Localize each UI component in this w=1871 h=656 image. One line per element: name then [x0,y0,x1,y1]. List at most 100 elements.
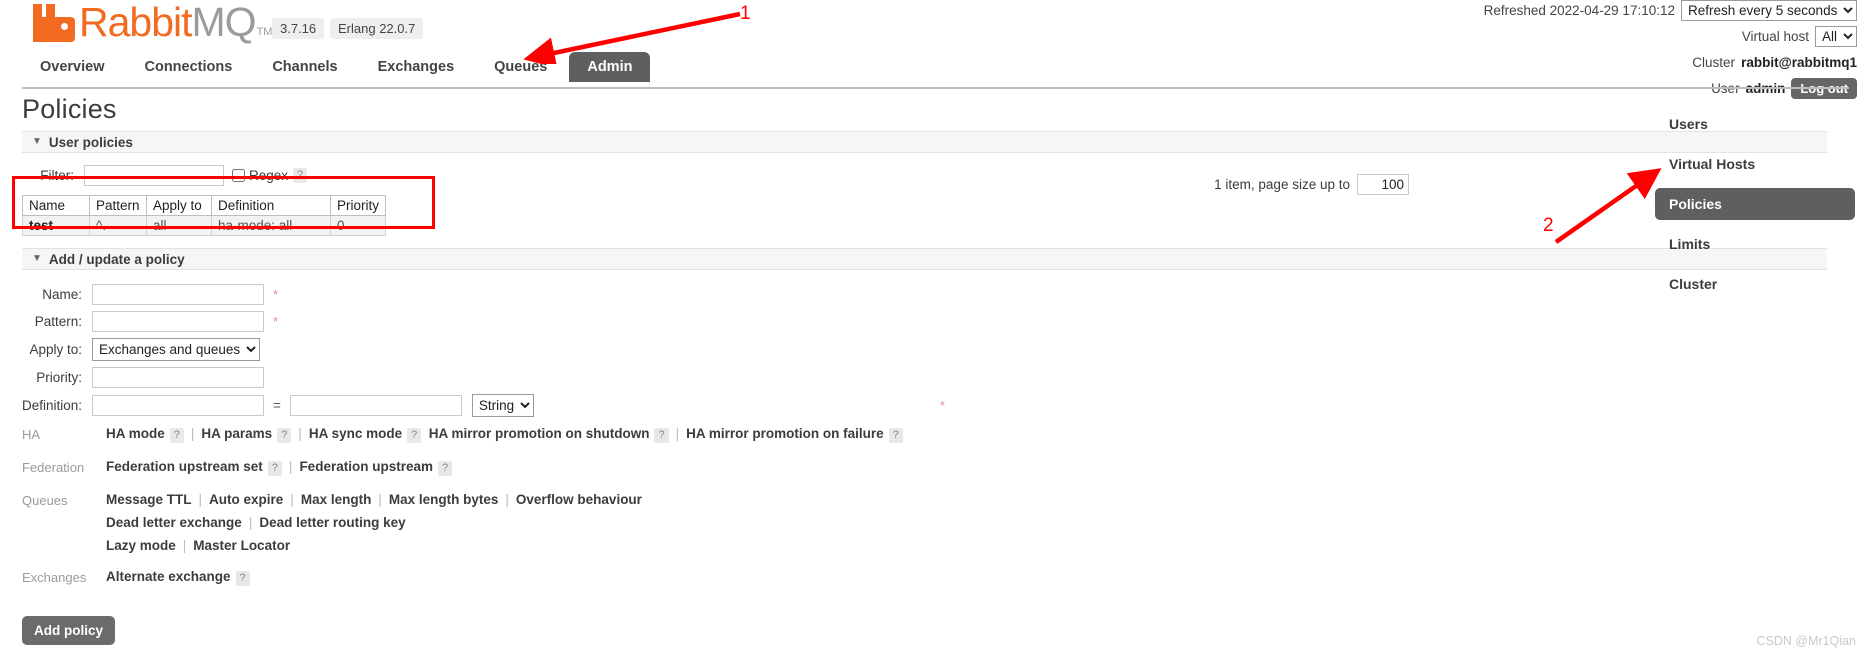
apply-to-label: Apply to: [29,342,82,357]
hint-links: HA mode? | HA params? | HA sync mode? HA mir… [106,426,1640,451]
hint-links: Message TTL | Auto expire | Max length | Max l… [106,492,1640,561]
chevron-down-icon: ▼ [32,253,42,264]
definition-required-mark: * [939,398,945,413]
name-row: Name: * [22,284,1640,305]
regex-help-icon[interactable]: ? [293,168,308,183]
page-size-input[interactable] [1357,174,1409,195]
tab-admin[interactable]: Admin [569,52,651,82]
hint-category-label: Queues [22,493,68,508]
name-label: Name: [42,287,82,302]
page-title: Policies [22,94,117,124]
hint-link[interactable]: HA mode [106,426,165,441]
admin-sidebar: Users Virtual Hosts Policies Limits Cluster [1655,108,1855,308]
refresh-interval-select[interactable]: Refresh every 5 seconds [1681,0,1857,21]
priority-row: Priority: [22,367,1640,388]
rabbitmq-logo[interactable]: Rabbit MQ TM [33,0,272,45]
hint-link[interactable]: Dead letter exchange [106,515,242,530]
hint-separator: | [288,459,293,474]
hint-link[interactable]: HA params [201,426,272,441]
filter-label: Filter: [40,168,74,183]
sidebar-item-users[interactable]: Users [1655,108,1855,140]
hint-link[interactable]: Message TTL [106,492,192,507]
hint-link[interactable]: Overflow behaviour [516,492,642,507]
sidebar-item-policies[interactable]: Policies [1655,188,1855,220]
hint-help-icon[interactable]: ? [437,461,453,476]
definition-equals-sign: = [273,398,281,413]
annotation-number-1: 1 [740,3,751,24]
watermark: CSDN @Mr1Qian [1756,634,1856,648]
table-column-header[interactable]: Pattern [89,195,147,216]
add-policy-button[interactable]: Add policy [22,616,116,645]
add-update-policy-section-header[interactable]: ▼ Add / update a policy [22,248,1827,270]
hint-link[interactable]: HA mirror promotion on failure [686,426,884,441]
hint-link[interactable]: Master Locator [193,538,290,553]
hint-link[interactable]: Max length [301,492,372,507]
erlang-version-badge: Erlang 22.0.7 [330,18,424,39]
sidebar-item-limits[interactable]: Limits [1655,228,1855,260]
hint-line: HA mode? | HA params? | HA sync mode? HA mir… [106,426,1640,443]
filter-input[interactable] [84,165,224,186]
hint-separator: | [378,492,382,507]
rabbit-logo-icon [33,4,75,42]
hint-help-icon[interactable]: ? [888,428,903,443]
sidebar-item-cluster[interactable]: Cluster [1655,268,1855,300]
hint-help-icon[interactable]: ? [407,428,422,443]
hint-separator: | [198,492,203,507]
hint-spacer [421,426,429,441]
hint-line: Dead letter exchange | Dead letter routing… [106,515,1640,530]
priority-input[interactable] [92,367,264,388]
hint-help-icon[interactable]: ? [169,428,184,443]
hint-help-icon[interactable]: ? [654,428,669,443]
hint-link[interactable]: HA mirror promotion on shutdown [429,426,650,441]
hint-group-ha: HA HA mode? | HA params? | HA sync mode? HA m… [22,426,1640,451]
tab-underline [22,87,1849,89]
table-cell-name[interactable]: test [22,215,90,236]
table-column-header[interactable]: Apply to [146,195,212,216]
tab-channels[interactable]: Channels [254,52,355,82]
hint-link[interactable]: Federation upstream [299,459,433,474]
table-header-row: Name Pattern Apply to Definition Priority [22,195,387,216]
user-policies-section-header[interactable]: ▼ User policies [22,131,1827,153]
logo-text-rabbit: Rabbit [79,0,193,45]
tab-overview[interactable]: Overview [22,52,123,82]
definition-type-select[interactable]: String [471,394,534,417]
hint-link[interactable]: Auto expire [209,492,283,507]
hint-help-icon[interactable]: ? [267,461,282,476]
hint-help-icon[interactable]: ? [235,571,250,586]
policies-table: Name Pattern Apply to Definition Priority te… [22,195,387,236]
name-input[interactable] [92,284,264,305]
hint-separator: | [290,492,294,507]
pattern-input[interactable] [92,311,264,332]
hint-separator: | [182,538,187,553]
definition-value-input[interactable] [289,395,462,416]
table-column-header[interactable]: Name [22,195,90,216]
tab-queues[interactable]: Queues [476,52,565,82]
table-row[interactable]: test ^. all ha-mode: all 0 [22,215,387,236]
vhost-label: Virtual host [1741,29,1809,44]
regex-label: Regex [249,168,289,183]
hint-link[interactable]: Lazy mode [106,538,176,553]
hint-link[interactable]: Federation upstream set [106,459,263,474]
refresh-row: Refreshed 2022-04-29 17:10:12 Refresh ev… [1484,0,1857,21]
tab-exchanges[interactable]: Exchanges [360,52,473,82]
regex-checkbox[interactable] [232,169,245,182]
apply-to-select[interactable]: Exchanges and queues [92,338,260,361]
hint-help-icon[interactable]: ? [277,428,292,443]
sidebar-item-virtual-hosts[interactable]: Virtual Hosts [1655,148,1855,180]
priority-label: Priority: [36,370,82,385]
definition-key-input[interactable] [92,395,264,416]
pattern-label: Pattern: [34,314,82,329]
refreshed-timestamp: Refreshed 2022-04-29 17:10:12 [1483,3,1675,18]
hint-link[interactable]: Dead letter routing key [259,515,405,530]
table-column-header[interactable]: Definition [211,195,331,216]
hint-link[interactable]: Alternate exchange [106,569,231,584]
table-column-header[interactable]: Priority [329,195,387,216]
hint-link[interactable]: HA sync mode [309,426,402,441]
tab-connections[interactable]: Connections [127,52,251,82]
definition-row: Definition: = String * [22,394,1640,417]
pattern-row: Pattern: * [22,311,1640,332]
vhost-select[interactable]: All [1815,26,1857,47]
hint-link[interactable]: Max length bytes [389,492,499,507]
hint-links: Federation upstream set? | Federation upst… [106,459,1640,484]
table-body: test ^. all ha-mode: all 0 [22,215,387,236]
